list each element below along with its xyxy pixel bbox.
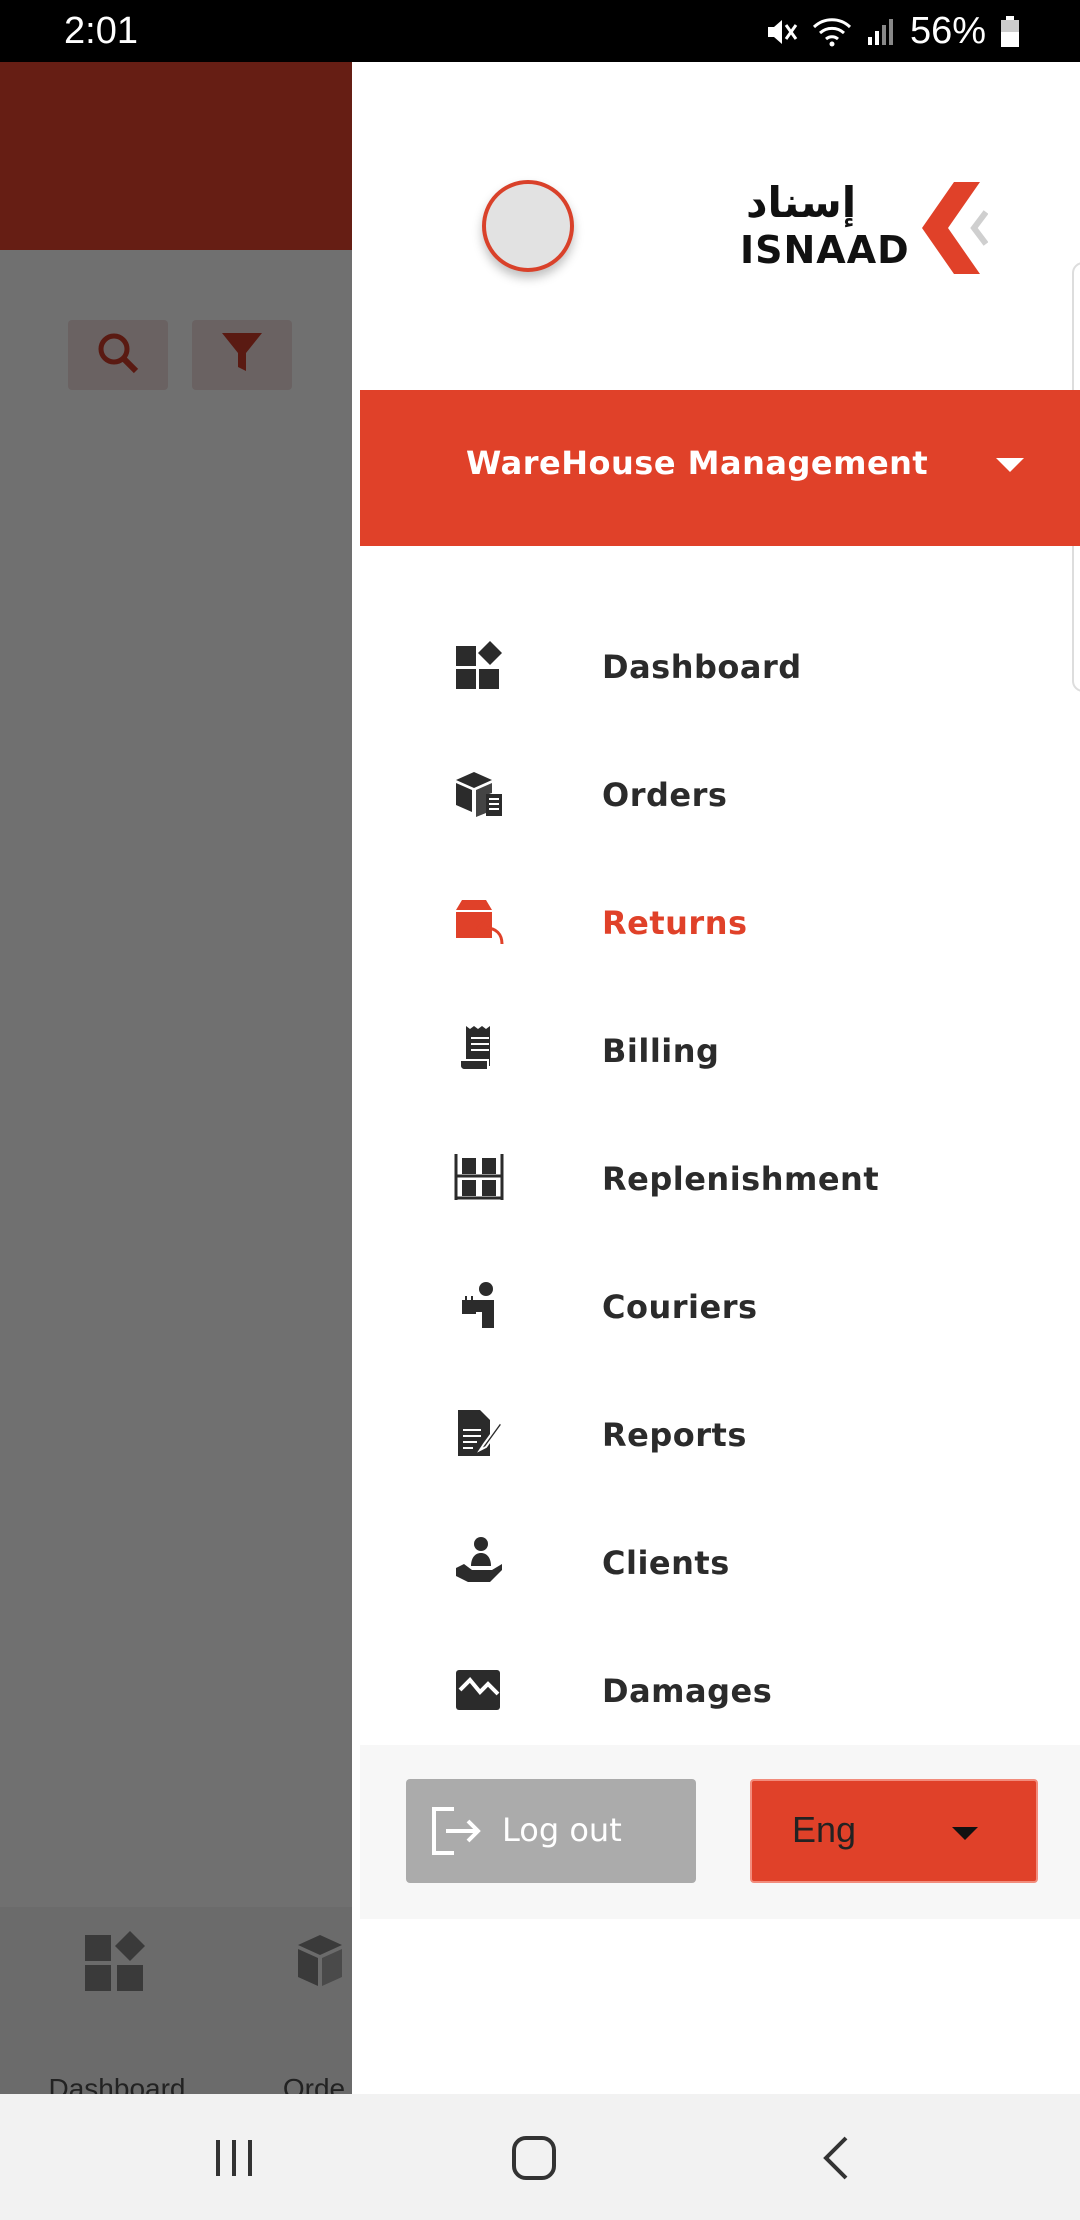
wifi-icon [812,17,852,47]
background-bottom-nav: Dashboard Orde [0,1907,352,2094]
section-header-warehouse[interactable]: WareHouse Management [360,390,1080,546]
menu-item-label: Orders [602,776,728,814]
menu-item-label: Damages [602,1672,773,1710]
menu-item-label: Returns [602,904,748,942]
logout-label: Log out [502,1811,622,1849]
battery-icon [1000,15,1020,48]
menu-item-orders[interactable]: Orders [352,744,1080,844]
background-app-header [0,62,352,250]
logo-english-text: ISNAAD [740,228,910,272]
language-select[interactable]: Eng [750,1779,1038,1883]
status-time: 2:01 [64,10,138,52]
menu-item-reports[interactable]: Reports [352,1384,1080,1484]
back-icon [823,2136,848,2180]
caret-down-icon [996,458,1024,472]
section-title: WareHouse Management [466,444,929,482]
filter-button [192,320,292,390]
language-value: Eng [792,1809,857,1850]
back-button[interactable] [808,2130,868,2186]
signal-icon [866,17,896,47]
caret-down-icon [952,1827,978,1840]
clients-icon [454,1536,504,1588]
search-button [68,320,168,390]
system-nav-bar [0,2094,1080,2220]
battery-percent: 56% [909,10,986,52]
menu-item-label: Couriers [602,1288,758,1326]
filter-icon [218,329,266,381]
damages-icon [454,1664,504,1716]
status-bar: 2:01 56% [0,0,1080,62]
menu-item-billing[interactable]: Billing [352,1000,1080,1100]
replenishment-icon [454,1152,504,1204]
couriers-icon [454,1280,504,1332]
menu-item-dashboard[interactable]: Dashboard [352,616,1080,716]
reports-icon [454,1408,504,1460]
orders-icon [294,1929,352,2000]
home-icon [512,2136,556,2180]
bottom-nav-label: Orde [282,2073,346,2094]
menu-item-damages[interactable]: Damages [352,1640,1080,1740]
menu-item-replenishment[interactable]: Replenishment [352,1128,1080,1228]
recent-apps-button[interactable] [204,2130,264,2186]
menu-item-returns[interactable]: Returns [352,872,1080,972]
menu-item-label: Dashboard [602,648,802,686]
navigation-drawer: إسناد ISNAAD WareHouse Management Dashbo… [352,62,1080,2094]
isnaad-logo: إسناد ISNAAD [740,178,990,278]
bottom-nav-label: Dashboard [48,2073,186,2094]
menu-item-label: Reports [602,1416,747,1454]
recent-apps-icon [216,2140,252,2176]
dashboard-icon [454,640,504,692]
logout-icon [432,1807,481,1855]
menu-item-label: Replenishment [602,1160,880,1198]
returns-icon [454,896,504,948]
drawer-footer: Log out Eng [360,1745,1080,1919]
dashboard-icon [83,1929,147,2000]
home-button[interactable] [504,2130,564,2186]
logo-arabic-text: إسناد [746,178,857,227]
menu-item-label: Billing [602,1032,720,1070]
logout-button[interactable]: Log out [406,1779,696,1883]
menu-item-clients[interactable]: Clients [352,1512,1080,1612]
logo-chevron-icon [922,182,988,274]
menu-item-couriers[interactable]: Couriers [352,1256,1080,1356]
avatar[interactable] [482,180,574,272]
search-icon [94,329,142,381]
menu-item-label: Clients [602,1544,730,1582]
billing-icon [454,1024,504,1076]
mute-icon [764,17,798,47]
orders-icon [454,768,504,820]
background-app-scrim[interactable]: Dashboard Orde [0,62,352,2094]
